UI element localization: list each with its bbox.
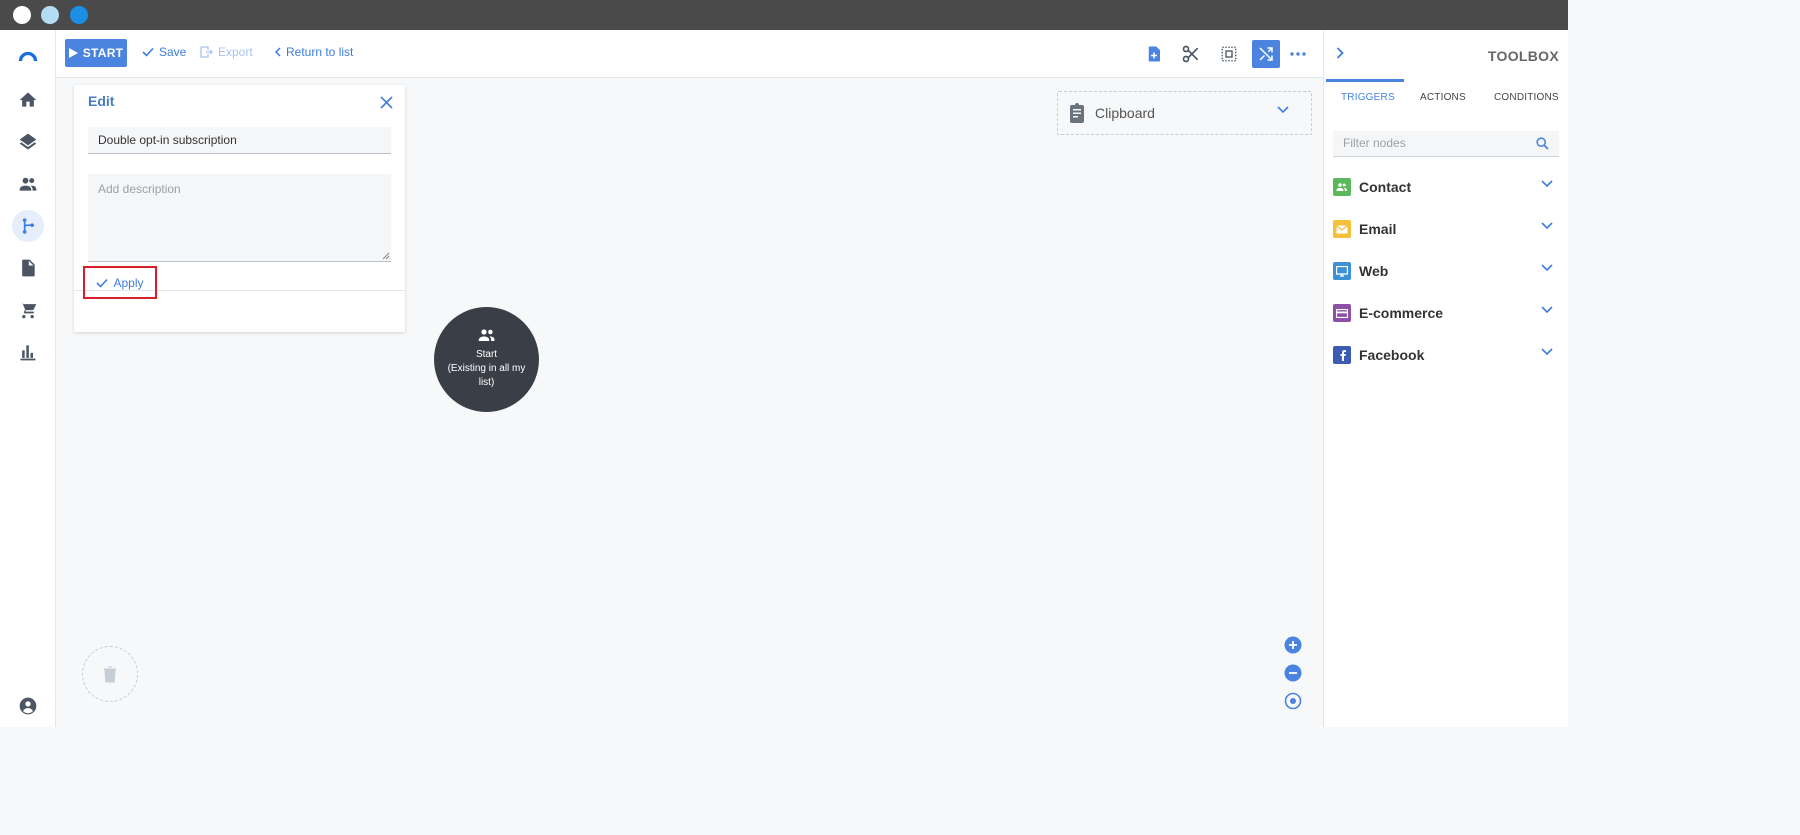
return-to-list-label: Return to list — [286, 45, 354, 59]
trash-icon — [104, 666, 116, 682]
people-icon — [478, 329, 494, 341]
workflow-description-field[interactable]: Add description — [88, 174, 391, 262]
workflow-name-field[interactable]: Double opt-in subscription — [88, 127, 391, 154]
apply-button-label: Apply — [113, 275, 144, 290]
close-icon[interactable] — [380, 96, 393, 114]
people-icon — [1333, 178, 1351, 196]
shuffle-icon[interactable] — [1252, 40, 1280, 68]
category-label: Email — [1359, 221, 1397, 237]
chevron-down-icon — [1541, 222, 1553, 230]
select-area-icon[interactable] — [1215, 40, 1243, 68]
brand-arc-logo[interactable] — [12, 40, 44, 72]
resize-handle-icon[interactable] — [382, 252, 390, 260]
export-icon — [200, 46, 213, 58]
window-maximize-button[interactable] — [70, 6, 88, 24]
category-facebook[interactable]: Facebook — [1333, 345, 1559, 365]
people-icon[interactable] — [12, 168, 44, 200]
workflow-branch-icon[interactable] — [12, 210, 44, 242]
account-circle-icon[interactable] — [12, 690, 44, 722]
editor-toolbar: START Save Export Return to list — [56, 30, 1323, 78]
scissors-icon[interactable] — [1177, 40, 1205, 68]
play-icon — [68, 48, 78, 58]
chevron-down-icon — [1541, 264, 1553, 272]
check-icon — [142, 47, 154, 57]
clipboard-dropdown[interactable]: Clipboard — [1057, 91, 1312, 135]
category-contact[interactable]: Contact — [1333, 177, 1559, 197]
tab-conditions[interactable]: CONDITIONS — [1494, 92, 1559, 103]
zoom-out-icon[interactable] — [1284, 664, 1302, 682]
bar-chart-icon[interactable] — [12, 336, 44, 368]
toolbox-tabs: TRIGGERS ACTIONS CONDITIONS — [1324, 92, 1569, 106]
window-close-button[interactable] — [13, 6, 31, 24]
start-node[interactable]: Start (Existing in all my list) — [434, 307, 539, 412]
add-note-icon[interactable] — [1140, 40, 1168, 68]
category-web[interactable]: Web — [1333, 261, 1559, 281]
start-button-label: START — [82, 46, 124, 60]
filter-nodes — [1333, 131, 1559, 157]
chevron-down-icon — [1541, 348, 1553, 356]
export-button-label: Export — [218, 45, 253, 59]
more-horiz-icon[interactable] — [1284, 40, 1312, 68]
apply-button[interactable]: Apply — [83, 266, 157, 299]
category-label: Web — [1359, 263, 1389, 279]
facebook-icon — [1333, 346, 1351, 364]
edit-panel-title: Edit — [88, 93, 115, 109]
start-button[interactable]: START — [65, 39, 127, 67]
start-node-title: Start — [475, 349, 498, 360]
category-ecommerce[interactable]: E-commerce — [1333, 303, 1559, 323]
toolbox-panel: TOOLBOX TRIGGERS ACTIONS CONDITIONS Cont… — [1323, 30, 1568, 727]
window-titlebar — [0, 0, 1568, 30]
return-to-list-link[interactable]: Return to list — [274, 45, 353, 59]
category-label: Facebook — [1359, 347, 1425, 363]
category-email[interactable]: Email — [1333, 219, 1559, 239]
tab-triggers[interactable]: TRIGGERS — [1341, 92, 1395, 103]
export-button[interactable]: Export — [200, 45, 253, 59]
category-label: Contact — [1359, 179, 1412, 195]
clipboard-icon — [1070, 103, 1084, 123]
credit-card-icon — [1333, 304, 1351, 322]
toolbox-title: TOOLBOX — [1487, 48, 1559, 64]
monitor-icon — [1333, 262, 1351, 280]
left-nav — [0, 30, 56, 727]
search-icon[interactable] — [1536, 137, 1549, 150]
cart-icon[interactable] — [12, 294, 44, 326]
recenter-icon[interactable] — [1284, 692, 1302, 710]
active-tab-indicator — [1326, 79, 1404, 82]
filter-nodes-input[interactable] — [1333, 131, 1523, 155]
chevron-down-icon — [1541, 306, 1553, 314]
category-label: E-commerce — [1359, 305, 1444, 321]
envelope-icon — [1333, 220, 1351, 238]
check-icon — [96, 278, 109, 288]
document-icon[interactable] — [12, 252, 44, 284]
trash-drop-zone[interactable] — [82, 646, 138, 702]
chevron-right-icon[interactable] — [1336, 46, 1344, 64]
save-button[interactable]: Save — [142, 45, 186, 59]
tab-actions[interactable]: ACTIONS — [1420, 92, 1466, 103]
save-button-label: Save — [159, 45, 187, 59]
zoom-in-icon[interactable] — [1284, 636, 1302, 654]
home-icon[interactable] — [12, 84, 44, 116]
chevron-left-icon — [274, 47, 281, 57]
chevron-down-icon — [1277, 106, 1289, 114]
edit-panel: Edit Double opt-in subscription Add desc… — [74, 85, 405, 332]
clipboard-label: Clipboard — [1095, 105, 1155, 121]
description-placeholder: Add description — [98, 182, 181, 196]
window-minimize-button[interactable] — [41, 6, 59, 24]
start-node-subtitle: (Existing in all my list) — [447, 363, 526, 388]
layers-icon[interactable] — [12, 126, 44, 158]
chevron-down-icon — [1541, 180, 1553, 188]
